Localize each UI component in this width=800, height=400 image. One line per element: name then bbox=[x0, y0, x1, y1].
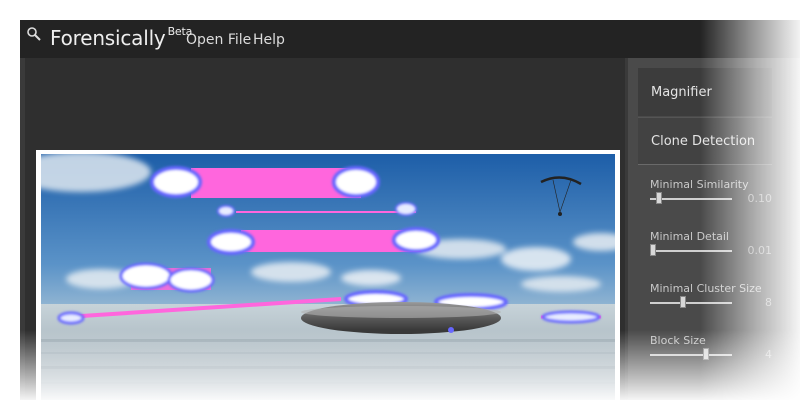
slider-thumb[interactable] bbox=[650, 244, 656, 256]
slider-track[interactable] bbox=[650, 198, 732, 200]
magnifier-button[interactable]: Magnifier bbox=[638, 68, 772, 116]
slider-minimal-cluster-size: Minimal Cluster Size 8 bbox=[650, 282, 772, 309]
slider-track[interactable] bbox=[650, 354, 732, 356]
slider-minimal-detail: Minimal Detail 0.01 bbox=[650, 230, 772, 257]
slider-label: Block Size bbox=[650, 334, 706, 347]
slider-track[interactable] bbox=[650, 250, 732, 252]
slider-label: Minimal Cluster Size bbox=[650, 282, 762, 295]
menu-help[interactable]: Help bbox=[253, 32, 285, 48]
menu-bar: Forensically Beta Open File Help bbox=[20, 20, 800, 58]
analyzed-image[interactable] bbox=[41, 154, 615, 400]
slider-block-size: Block Size 4 bbox=[650, 334, 772, 361]
menu-open-file[interactable]: Open File bbox=[186, 32, 251, 48]
slider-thumb[interactable] bbox=[703, 348, 710, 360]
panel-divider bbox=[638, 164, 772, 165]
clone-detection-label: Clone Detection bbox=[651, 134, 756, 149]
app-title-text: Forensically bbox=[50, 26, 166, 50]
ufo bbox=[301, 302, 501, 334]
slider-thumb[interactable] bbox=[680, 296, 687, 308]
tool-panel: Magnifier Clone Detection Minimal Simila… bbox=[628, 58, 800, 400]
slider-value: 8 bbox=[765, 296, 772, 309]
app-title: Forensically Beta bbox=[50, 25, 192, 50]
clone-detection-button[interactable]: Clone Detection bbox=[638, 117, 772, 165]
slider-minimal-similarity: Minimal Similarity 0.10 bbox=[650, 178, 772, 205]
slider-value: 0.01 bbox=[747, 244, 773, 257]
slider-value: 4 bbox=[765, 348, 772, 361]
slider-label: Minimal Similarity bbox=[650, 178, 749, 191]
app-window: Forensically Beta Open File Help Magnifie… bbox=[20, 20, 800, 400]
magnifier-label: Magnifier bbox=[651, 84, 712, 100]
magnifier-icon bbox=[27, 27, 41, 41]
slider-thumb[interactable] bbox=[656, 192, 663, 204]
slider-value: 0.10 bbox=[747, 192, 773, 205]
slider-track[interactable] bbox=[650, 302, 732, 304]
analyzed-image-frame bbox=[36, 150, 620, 400]
slider-label: Minimal Detail bbox=[650, 230, 729, 243]
